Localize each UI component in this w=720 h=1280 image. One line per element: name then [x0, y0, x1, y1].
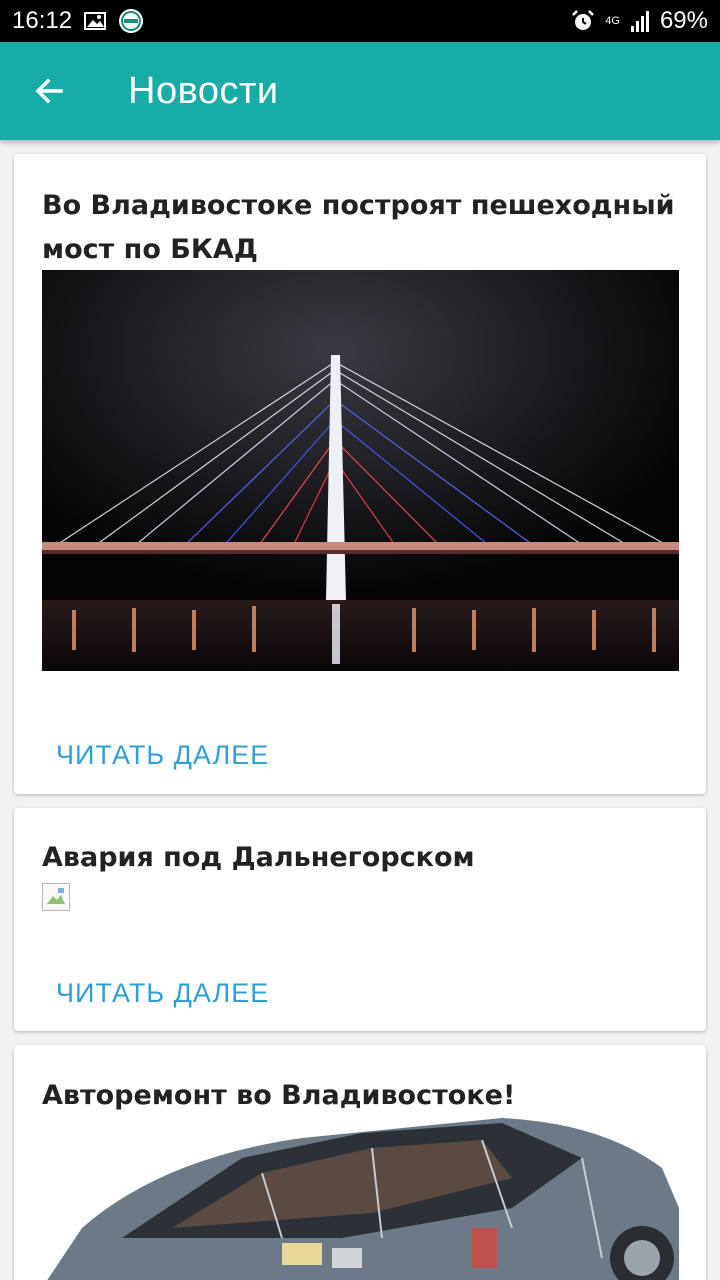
arrow-left-icon	[35, 78, 63, 104]
broken-image-icon	[42, 883, 70, 911]
page-title: Новости	[128, 69, 279, 112]
news-card[interactable]: Во Владивостоке построят пешеходный мост…	[14, 154, 706, 794]
status-time: 16:12	[12, 7, 73, 34]
status-bar: 16:12 4G 69%	[0, 0, 720, 42]
bridge-image[interactable]	[42, 270, 679, 671]
battery-percent: 69%	[659, 7, 708, 34]
back-button[interactable]	[14, 56, 84, 126]
alarm-icon	[571, 9, 595, 33]
app-bar: Новости	[0, 42, 720, 140]
network-type-label: 4G	[605, 14, 620, 27]
gallery-icon	[84, 11, 107, 31]
signal-icon	[630, 10, 650, 32]
news-title[interactable]: Во Владивостоке построят пешеходный мост…	[42, 184, 686, 272]
news-title[interactable]: Авторемонт во Владивостоке!	[42, 1074, 686, 1118]
news-title[interactable]: Авария под Дальнегорском	[42, 836, 686, 880]
read-more-link[interactable]: ЧИТАТЬ ДАЛЕЕ	[56, 978, 269, 1009]
app-notification-icon	[118, 8, 144, 34]
car-image[interactable]	[42, 1118, 679, 1280]
news-card[interactable]: Авторемонт во Владивостоке!	[14, 1045, 706, 1280]
news-card[interactable]: Авария под Дальнегорском ЧИТАТЬ ДАЛЕЕ	[14, 808, 706, 1031]
news-feed[interactable]: Во Владивостоке построят пешеходный мост…	[0, 140, 720, 1280]
network-4g-icon: 4G	[605, 14, 620, 27]
status-left: 16:12	[12, 7, 144, 35]
status-right: 4G 69%	[571, 7, 708, 35]
read-more-link[interactable]: ЧИТАТЬ ДАЛЕЕ	[56, 740, 269, 771]
